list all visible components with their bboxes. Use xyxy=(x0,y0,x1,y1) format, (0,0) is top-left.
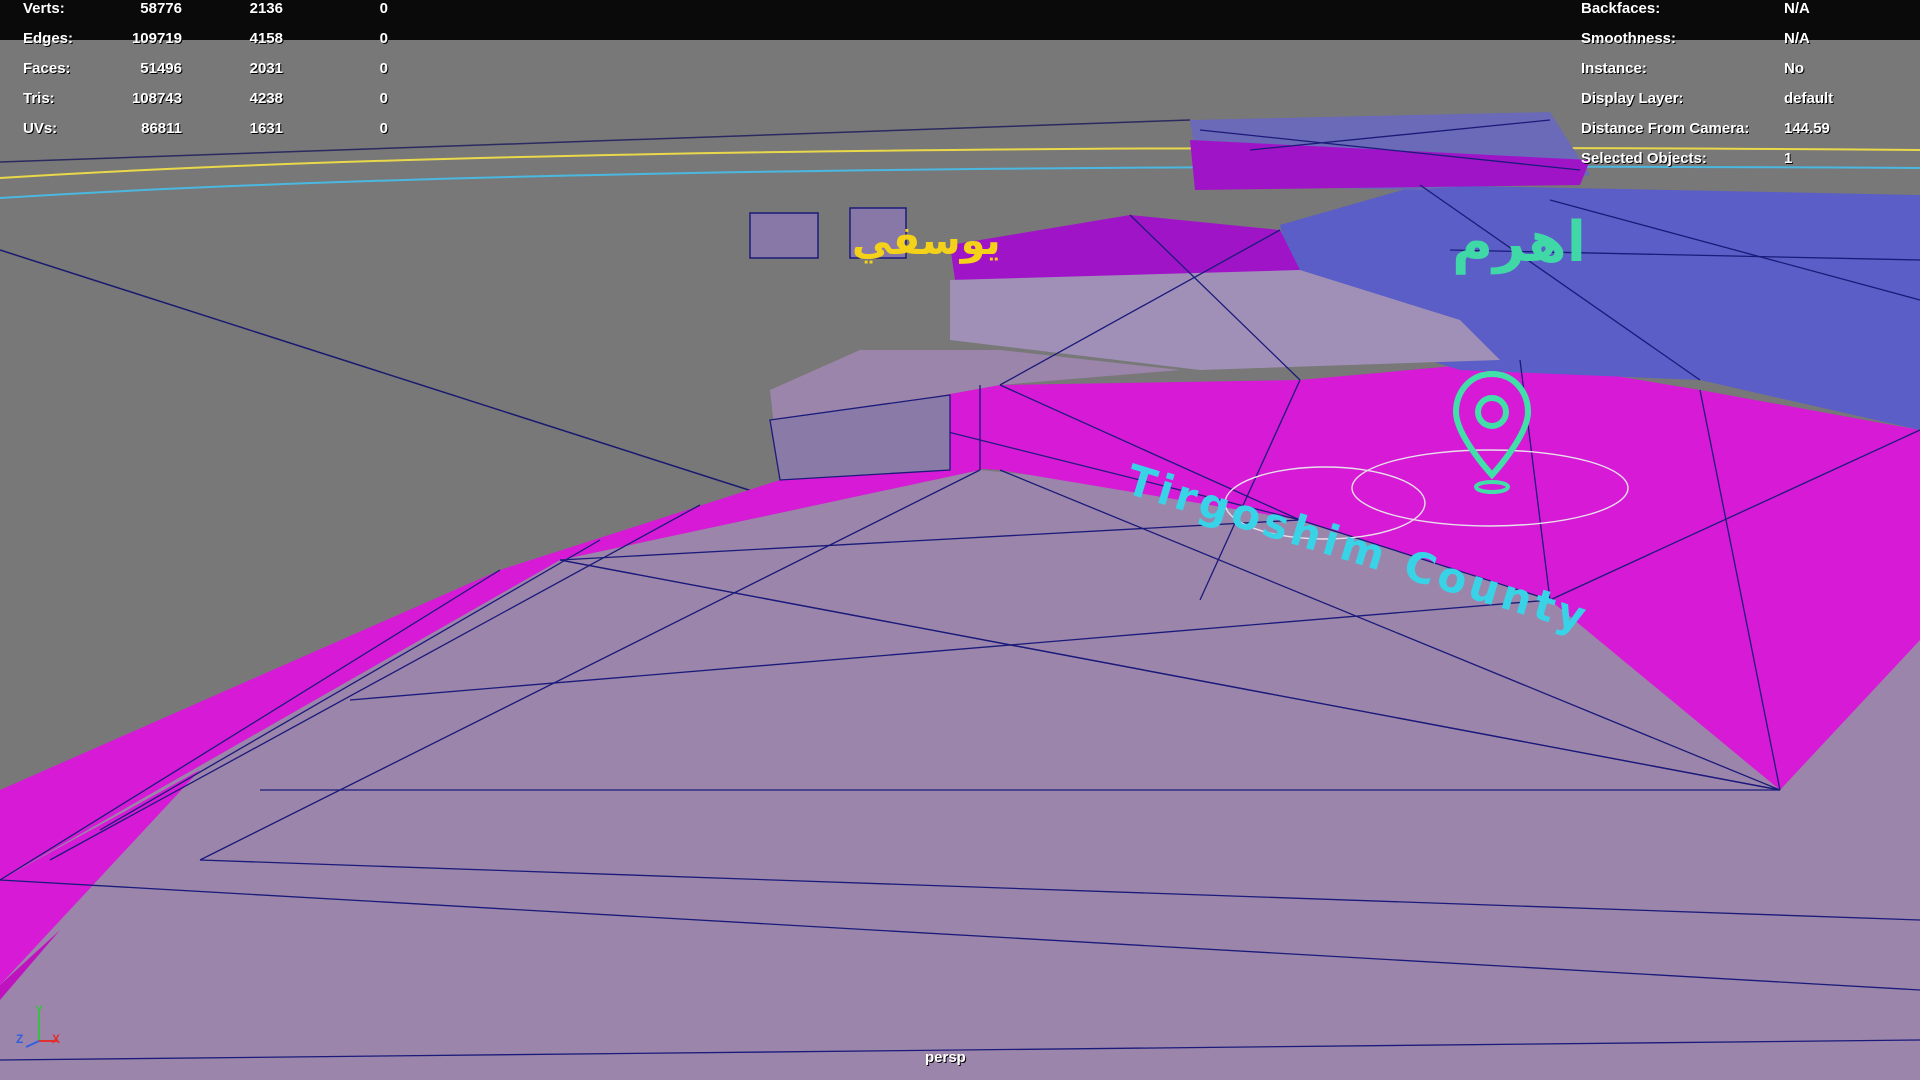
hud-value: default xyxy=(1784,90,1834,107)
hud-label: Display Layer: xyxy=(1581,90,1684,107)
hud-value: N/A xyxy=(1784,30,1810,47)
hud-row: Smoothness: N/A xyxy=(0,30,1920,60)
hud-row: Distance From Camera: 144.59 xyxy=(0,120,1920,150)
hud-label: Smoothness: xyxy=(1581,30,1677,47)
location-pin-icon[interactable] xyxy=(1450,370,1534,495)
hud-row: Backfaces: N/A xyxy=(0,0,1920,30)
hud-value: N/A xyxy=(1784,0,1810,17)
axis-label-z: Z xyxy=(16,1032,24,1046)
hud-row: Instance: No xyxy=(0,60,1920,90)
scene-label-arabic-2: اهرم xyxy=(1452,210,1586,275)
hud-label: Backfaces: xyxy=(1581,0,1661,17)
hud-row: Selected Objects: 1 xyxy=(0,150,1920,180)
scene-label-arabic-1: يوسفي xyxy=(852,218,1001,264)
hud-value: 1 xyxy=(1784,150,1793,167)
hud-value: 144.59 xyxy=(1784,120,1830,137)
axis-label-y: Y xyxy=(35,1003,44,1017)
hud-value: No xyxy=(1784,60,1804,77)
hud-label: Distance From Camera: xyxy=(1581,120,1750,137)
maya-3d-viewport[interactable]: يوسفي اهرم Tirgoshim County Verts: 58776 2… xyxy=(0,0,1920,1080)
hud-row: Display Layer: default xyxy=(0,90,1920,120)
hud-label: Instance: xyxy=(1581,60,1647,77)
hud-label: Selected Objects: xyxy=(1581,150,1707,167)
camera-name-label: persp xyxy=(925,1049,966,1066)
axis-label-x: X xyxy=(52,1032,61,1046)
